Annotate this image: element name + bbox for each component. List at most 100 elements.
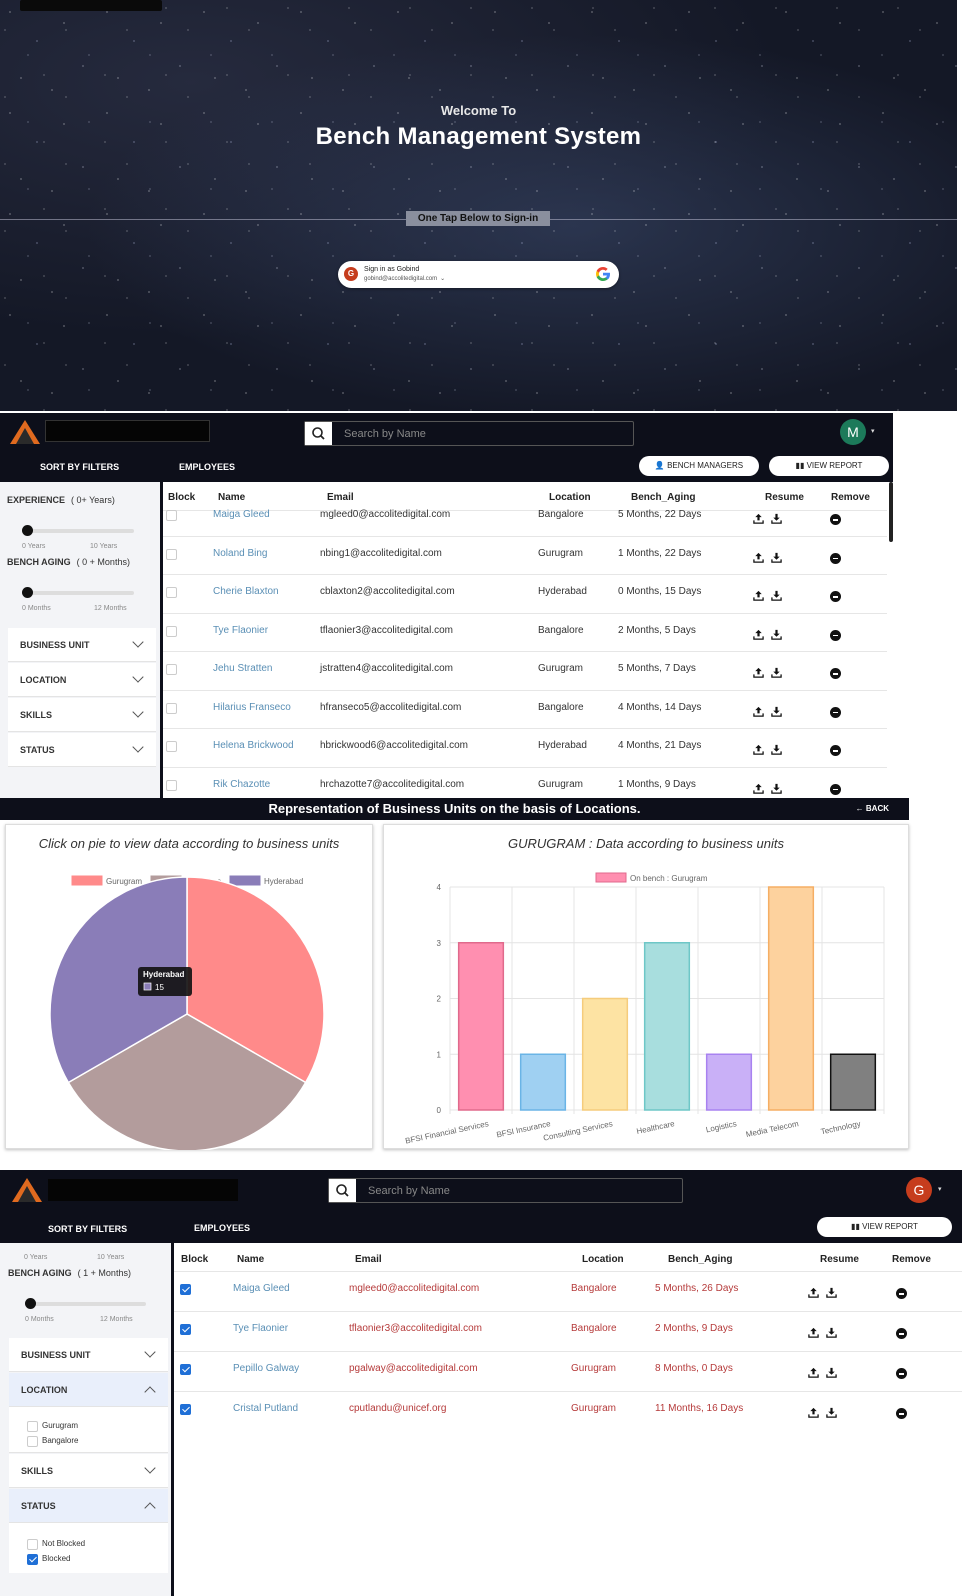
aging-slider-track[interactable] — [22, 591, 134, 595]
employee-name-link[interactable]: Maiga Gleed — [213, 509, 270, 520]
employee-name-link[interactable]: Cristal Putland — [233, 1403, 298, 1414]
checkbox-not-blocked[interactable] — [27, 1539, 38, 1550]
upload-resume-icon[interactable] — [753, 744, 764, 755]
column-header[interactable]: Location — [549, 492, 591, 503]
column-header[interactable]: Email — [355, 1254, 382, 1265]
scrollbar-thumb[interactable] — [889, 482, 893, 542]
bar[interactable] — [457, 942, 505, 1111]
employee-name-link[interactable]: Noland Bing — [213, 548, 267, 559]
block-checkbox[interactable] — [166, 779, 177, 791]
remove-employee-button[interactable] — [896, 1368, 907, 1379]
upload-resume-icon[interactable] — [753, 552, 764, 563]
caret-down-icon[interactable]: ▾ — [938, 1185, 942, 1193]
upload-resume-icon[interactable] — [753, 783, 764, 794]
download-resume-icon[interactable] — [771, 667, 782, 678]
filter-location[interactable]: LOCATION — [9, 1373, 168, 1407]
filter-location[interactable]: LOCATION — [8, 663, 156, 697]
upload-resume-icon[interactable] — [753, 706, 764, 717]
remove-employee-button[interactable] — [830, 706, 841, 718]
filter-skills[interactable]: SKILLS — [9, 1454, 168, 1488]
search-input[interactable]: Search by Name — [328, 1178, 683, 1203]
bench-managers-button[interactable]: 👤 BENCH MANAGERS — [639, 456, 759, 476]
download-resume-icon[interactable] — [771, 629, 782, 640]
column-header[interactable]: Bench_Aging — [668, 1254, 732, 1265]
experience-slider-track[interactable] — [22, 529, 134, 533]
filter-skills[interactable]: SKILLS — [8, 698, 156, 732]
chevron-down-icon[interactable]: ⌄ — [440, 276, 445, 282]
filter-business-unit[interactable]: BUSINESS UNIT — [9, 1338, 168, 1372]
aging-slider-track[interactable] — [25, 1302, 146, 1306]
block-checkbox[interactable] — [166, 587, 177, 598]
employee-name-link[interactable]: Tye Flaonier — [213, 625, 268, 636]
back-button[interactable]: ← BACK — [856, 804, 889, 813]
search-input[interactable]: Search by Name — [304, 421, 634, 446]
employee-name-link[interactable]: Helena Brickwood — [213, 740, 294, 751]
remove-employee-button[interactable] — [896, 1328, 907, 1339]
employee-name-link[interactable]: Jehu Stratten — [213, 663, 272, 674]
search-button[interactable] — [305, 422, 332, 445]
filter-status[interactable]: STATUS — [9, 1489, 168, 1523]
download-resume-icon[interactable] — [771, 783, 782, 794]
download-resume-icon[interactable] — [771, 744, 782, 755]
employee-name-link[interactable]: Tye Flaonier — [233, 1323, 288, 1334]
upload-resume-icon[interactable] — [753, 590, 764, 601]
pie-chart[interactable]: GurugramBangaloreHyderabadHyderabad15 — [6, 825, 374, 1150]
block-checkbox[interactable] — [180, 1404, 191, 1415]
employee-name-link[interactable]: Cherie Blaxton — [213, 586, 279, 597]
remove-employee-button[interactable] — [896, 1408, 907, 1419]
experience-slider-handle[interactable] — [22, 525, 33, 536]
column-header[interactable]: Name — [218, 492, 245, 503]
checkbox-gurugram[interactable] — [27, 1421, 38, 1432]
upload-resume-icon[interactable] — [753, 629, 764, 640]
block-checkbox[interactable] — [180, 1364, 191, 1375]
upload-resume-icon[interactable] — [808, 1407, 819, 1418]
view-report-button[interactable]: ▮▮ VIEW REPORT — [817, 1217, 952, 1237]
checkbox-blocked[interactable] — [27, 1554, 38, 1565]
remove-employee-button[interactable] — [830, 629, 841, 641]
download-resume-icon[interactable] — [771, 706, 782, 717]
remove-employee-button[interactable] — [830, 591, 841, 602]
upload-resume-icon[interactable] — [753, 513, 764, 524]
bar[interactable] — [519, 1053, 567, 1111]
aging-slider-handle[interactable] — [25, 1298, 36, 1309]
google-sign-in-button[interactable]: G Sign in as Gobind gobind@accolitedigit… — [338, 261, 619, 288]
block-checkbox[interactable] — [166, 510, 177, 521]
employee-name-link[interactable]: Maiga Gleed — [233, 1283, 290, 1294]
download-resume-icon[interactable] — [771, 552, 782, 563]
block-checkbox[interactable] — [180, 1324, 191, 1335]
view-report-button[interactable]: ▮▮ VIEW REPORT — [769, 456, 889, 476]
user-avatar[interactable]: M — [840, 419, 866, 445]
block-checkbox[interactable] — [166, 664, 177, 675]
remove-employee-button[interactable] — [830, 552, 841, 564]
download-resume-icon[interactable] — [826, 1407, 837, 1418]
download-resume-icon[interactable] — [826, 1327, 837, 1338]
remove-employee-button[interactable] — [830, 745, 841, 756]
upload-resume-icon[interactable] — [808, 1327, 819, 1338]
bar[interactable] — [581, 997, 629, 1111]
column-header[interactable]: Bench_Aging — [631, 492, 695, 503]
download-resume-icon[interactable] — [826, 1367, 837, 1378]
bar[interactable] — [643, 942, 691, 1111]
user-avatar[interactable]: G — [906, 1177, 932, 1203]
bar[interactable] — [829, 1053, 877, 1111]
block-checkbox[interactable] — [166, 741, 177, 752]
bar[interactable] — [767, 886, 815, 1111]
column-header[interactable]: Name — [237, 1254, 264, 1265]
filter-status[interactable]: STATUS — [8, 733, 156, 767]
download-resume-icon[interactable] — [771, 513, 782, 524]
upload-resume-icon[interactable] — [808, 1287, 819, 1298]
employee-name-link[interactable]: Pepillo Galway — [233, 1363, 299, 1374]
download-resume-icon[interactable] — [826, 1287, 837, 1298]
remove-employee-button[interactable] — [830, 783, 841, 795]
block-checkbox[interactable] — [180, 1284, 191, 1295]
column-header[interactable]: Location — [582, 1254, 624, 1265]
block-checkbox[interactable] — [166, 702, 177, 714]
upload-resume-icon[interactable] — [753, 667, 764, 678]
column-header[interactable]: Email — [327, 492, 354, 503]
block-checkbox[interactable] — [166, 625, 177, 637]
employee-name-link[interactable]: Rik Chazotte — [213, 779, 270, 790]
aging-slider-handle[interactable] — [22, 587, 33, 598]
remove-employee-button[interactable] — [830, 668, 841, 679]
employee-name-link[interactable]: Hilarius Franseco — [213, 702, 291, 713]
block-checkbox[interactable] — [166, 548, 177, 560]
